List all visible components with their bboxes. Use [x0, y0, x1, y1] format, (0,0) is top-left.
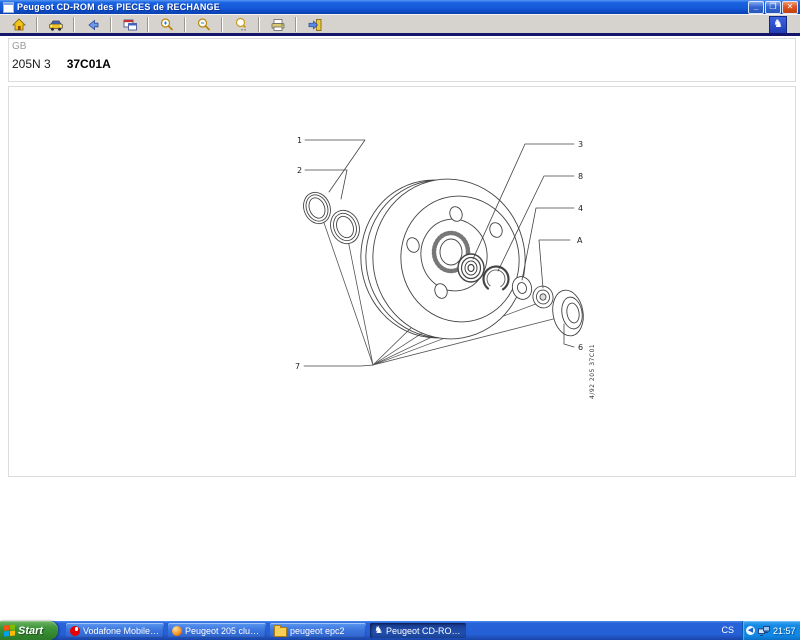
callout-1[interactable]: 1: [297, 136, 302, 145]
app-icon: [3, 2, 14, 13]
plate-codes: 205N 3 37C01A: [12, 57, 111, 71]
task-label: Peugeot 205 club • O...: [185, 626, 262, 636]
task-vodafone[interactable]: Vodafone Mobile Con...: [66, 623, 164, 638]
window-icon: [122, 17, 138, 33]
title-bar: Peugeot CD-ROM des PIECES de RECHANGE _ …: [0, 0, 800, 14]
callout-2[interactable]: 2: [297, 166, 302, 175]
callout-8[interactable]: 8: [578, 172, 583, 181]
seal-rings: [299, 188, 364, 248]
callout-6[interactable]: 6: [578, 343, 583, 352]
zoom-out-button[interactable]: [188, 15, 219, 34]
toolbar: ♞: [0, 14, 800, 34]
client-area: GB 205N 3 37C01A: [0, 36, 800, 621]
bearing: [458, 254, 484, 282]
clock[interactable]: 21:57: [773, 626, 796, 636]
search-icon: [233, 17, 249, 33]
section-code: 37C01A: [67, 57, 111, 71]
chevron-left-icon[interactable]: ◀: [746, 626, 755, 635]
car-icon: [48, 17, 64, 33]
printer-icon: [270, 17, 286, 33]
print-button[interactable]: [262, 15, 293, 34]
task-label: Peugeot CD-ROM des...: [386, 626, 462, 636]
network-icon[interactable]: [758, 626, 770, 636]
start-label: Start: [18, 625, 43, 637]
task-label: peugeot epc2: [290, 626, 345, 636]
search-button[interactable]: [225, 15, 256, 34]
zoom-in-icon: [159, 17, 175, 33]
diagram-panel: 1 2 3 8 4 A 7 6 4/92 205 37C01: [8, 86, 796, 477]
zoom-out-icon: [196, 17, 212, 33]
callout-3[interactable]: 3: [578, 140, 583, 149]
taskbar: Start Vodafone Mobile Con... Peugeot 205…: [0, 621, 800, 640]
task-browser[interactable]: Peugeot 205 club • O...: [168, 623, 266, 638]
home-button[interactable]: [3, 15, 34, 34]
peugeot-lion-button[interactable]: ♞: [769, 16, 787, 34]
vodafone-icon: [70, 626, 80, 636]
home-icon: [11, 17, 27, 33]
callout-7[interactable]: 7: [295, 362, 300, 371]
minimize-button[interactable]: _: [748, 1, 764, 14]
back-arrow-icon: [85, 17, 101, 33]
close-button[interactable]: ✕: [782, 1, 798, 14]
language-code: GB: [12, 41, 26, 52]
start-button[interactable]: Start: [0, 621, 58, 640]
folder-icon: [274, 627, 287, 637]
back-button[interactable]: [77, 15, 108, 34]
peugeot-lion-icon: ♞: [773, 18, 783, 30]
windows-logo-icon: [4, 624, 15, 636]
system-tray: ◀ 21:57: [742, 621, 800, 640]
task-label: Vodafone Mobile Con...: [83, 626, 160, 636]
plate-header-panel: GB 205N 3 37C01A: [8, 38, 796, 82]
brake-drum: [348, 167, 537, 351]
parts-diagram: 1 2 3 8 4 A 7 6 4/92 205 37C01: [9, 87, 795, 476]
windows-button[interactable]: [114, 15, 145, 34]
task-folder[interactable]: peugeot epc2: [270, 623, 366, 638]
vehicle-button[interactable]: [40, 15, 71, 34]
catalog-code: 205N 3: [12, 57, 51, 71]
restore-button[interactable]: ❐: [765, 1, 781, 14]
hub-cap: [549, 288, 587, 339]
zoom-in-button[interactable]: [151, 15, 182, 34]
window-controls: _ ❐ ✕: [748, 1, 800, 14]
language-indicator[interactable]: CS: [721, 621, 734, 640]
task-peugeot-cdrom[interactable]: ♞ Peugeot CD-ROM des...: [370, 623, 466, 638]
plate-reference-code: 4/92 205 37C01: [589, 344, 596, 399]
callout-4[interactable]: 4: [578, 204, 583, 213]
exit-door-icon: [307, 17, 323, 33]
exit-button[interactable]: [299, 15, 330, 34]
peugeot-lion-icon: ♞: [374, 626, 383, 636]
callout-A[interactable]: A: [577, 236, 583, 245]
window-title: Peugeot CD-ROM des PIECES de RECHANGE: [17, 2, 220, 12]
firefox-icon: [172, 626, 182, 636]
